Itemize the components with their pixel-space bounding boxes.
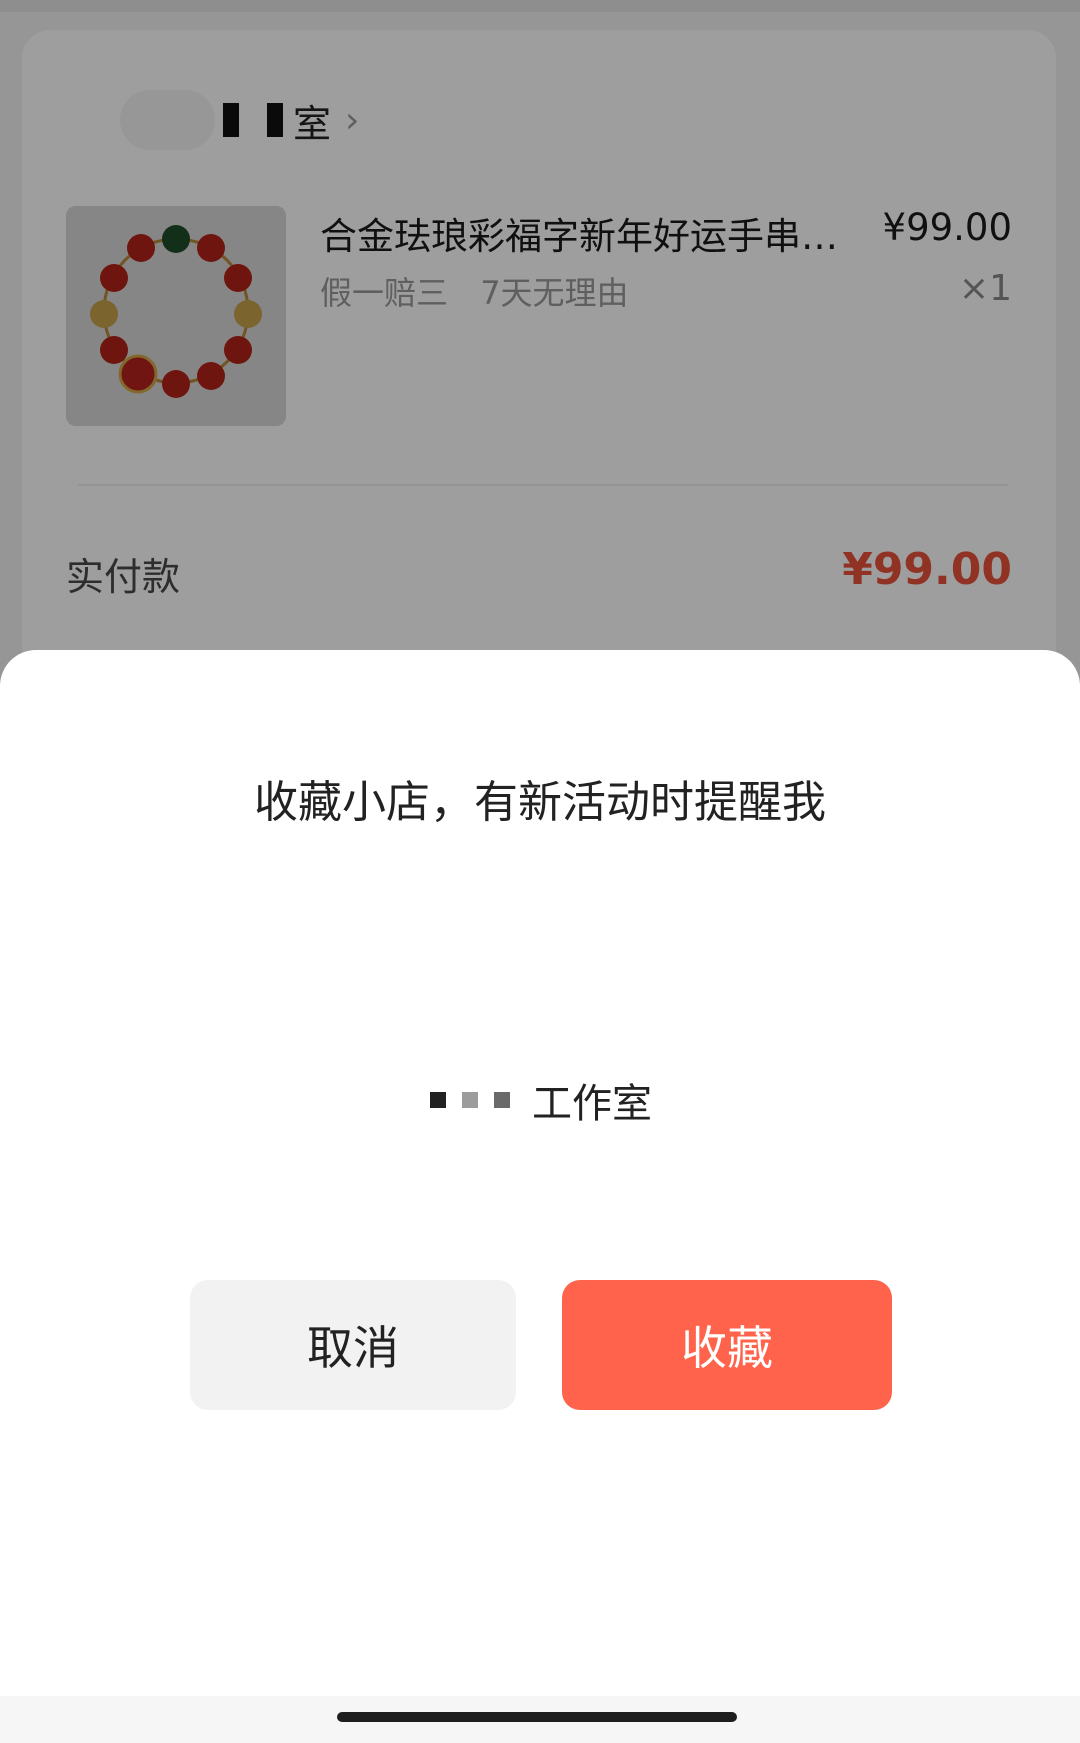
favorite-shop-sheet: 收藏小店，有新活动时提醒我 工作室 取消 收藏 [0, 650, 1080, 1743]
sheet-shop-name: 工作室 [532, 1081, 652, 1127]
sheet-shop-name-row: 工作室 [430, 1070, 652, 1130]
redaction-mark [494, 1092, 510, 1108]
favorite-button[interactable]: 收藏 [562, 1280, 892, 1410]
sheet-title: 收藏小店，有新活动时提醒我 [254, 777, 826, 828]
home-indicator[interactable] [337, 1712, 737, 1722]
redaction-mark [430, 1092, 446, 1108]
cancel-button[interactable]: 取消 [190, 1280, 516, 1410]
redaction-mark [462, 1092, 478, 1108]
home-indicator-area [0, 1696, 1080, 1743]
